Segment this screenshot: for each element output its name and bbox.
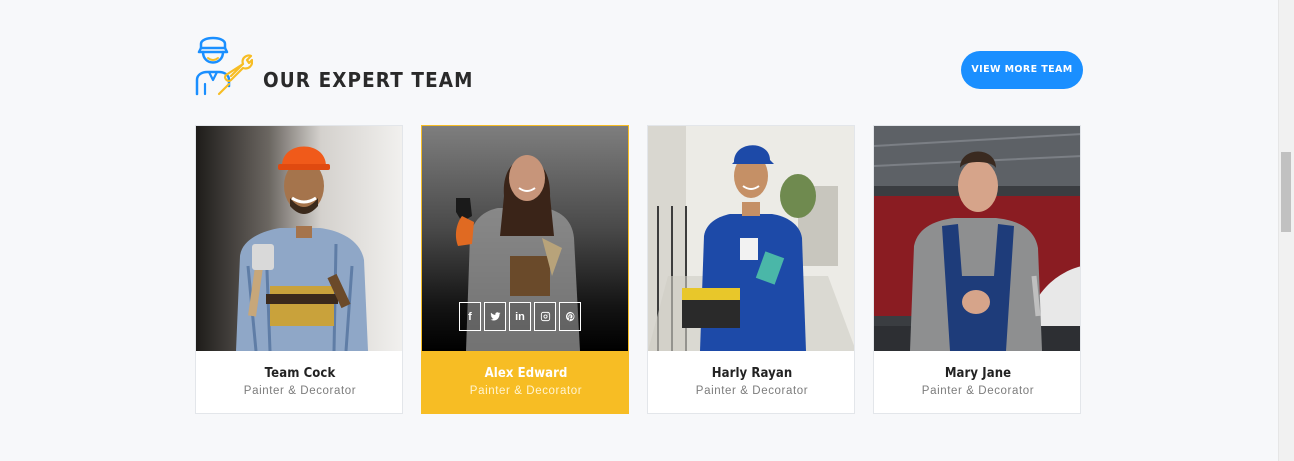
team-member-photo xyxy=(874,126,1080,351)
team-member-name[interactable]: Alex Edward xyxy=(432,366,619,381)
pinterest-icon[interactable] xyxy=(559,302,581,331)
team-member-role: Painter & Decorator xyxy=(921,385,1035,397)
team-card[interactable]: Harly Rayan Painter & Decorator xyxy=(647,125,855,414)
team-member-role: Painter & Decorator xyxy=(243,385,357,397)
scrollbar-thumb[interactable] xyxy=(1281,152,1291,232)
view-more-team-button[interactable]: VIEW MORE TEAM xyxy=(961,51,1083,89)
team-card[interactable]: Team Cock Painter & Decorator xyxy=(195,125,403,414)
team-card-info: Harly Rayan Painter & Decorator xyxy=(648,351,854,413)
team-member-role: Painter & Decorator xyxy=(695,385,809,397)
worker-wrench-icon xyxy=(195,36,253,96)
vertical-scrollbar[interactable] xyxy=(1278,0,1294,461)
team-card[interactable]: f in Alex Edward Painter & Decorator xyxy=(421,125,629,414)
team-member-photo xyxy=(648,126,854,351)
team-member-name[interactable]: Harly Rayan xyxy=(658,366,845,381)
twitter-icon[interactable] xyxy=(484,302,506,331)
team-member-role: Painter & Decorator xyxy=(469,385,583,397)
team-card[interactable]: Mary Jane Painter & Decorator xyxy=(873,125,1081,414)
section-header: OUR EXPERT TEAM VIEW MORE TEAM xyxy=(195,30,1083,96)
section-title: OUR EXPERT TEAM xyxy=(263,68,474,92)
team-member-name[interactable]: Mary Jane xyxy=(884,366,1071,381)
instagram-icon[interactable] xyxy=(534,302,556,331)
team-card-info: Alex Edward Painter & Decorator xyxy=(422,351,628,413)
facebook-icon[interactable]: f xyxy=(459,302,481,331)
team-card-info: Team Cock Painter & Decorator xyxy=(196,351,402,413)
team-member-name[interactable]: Team Cock xyxy=(206,366,393,381)
linkedin-icon[interactable]: in xyxy=(509,302,531,331)
team-member-photo xyxy=(196,126,402,351)
team-card-info: Mary Jane Painter & Decorator xyxy=(874,351,1080,413)
team-section: OUR EXPERT TEAM VIEW MORE TEAM Team Cock… xyxy=(195,0,1083,461)
social-links: f in xyxy=(459,302,581,331)
team-cards: Team Cock Painter & Decorator f in Alex … xyxy=(195,125,1083,415)
